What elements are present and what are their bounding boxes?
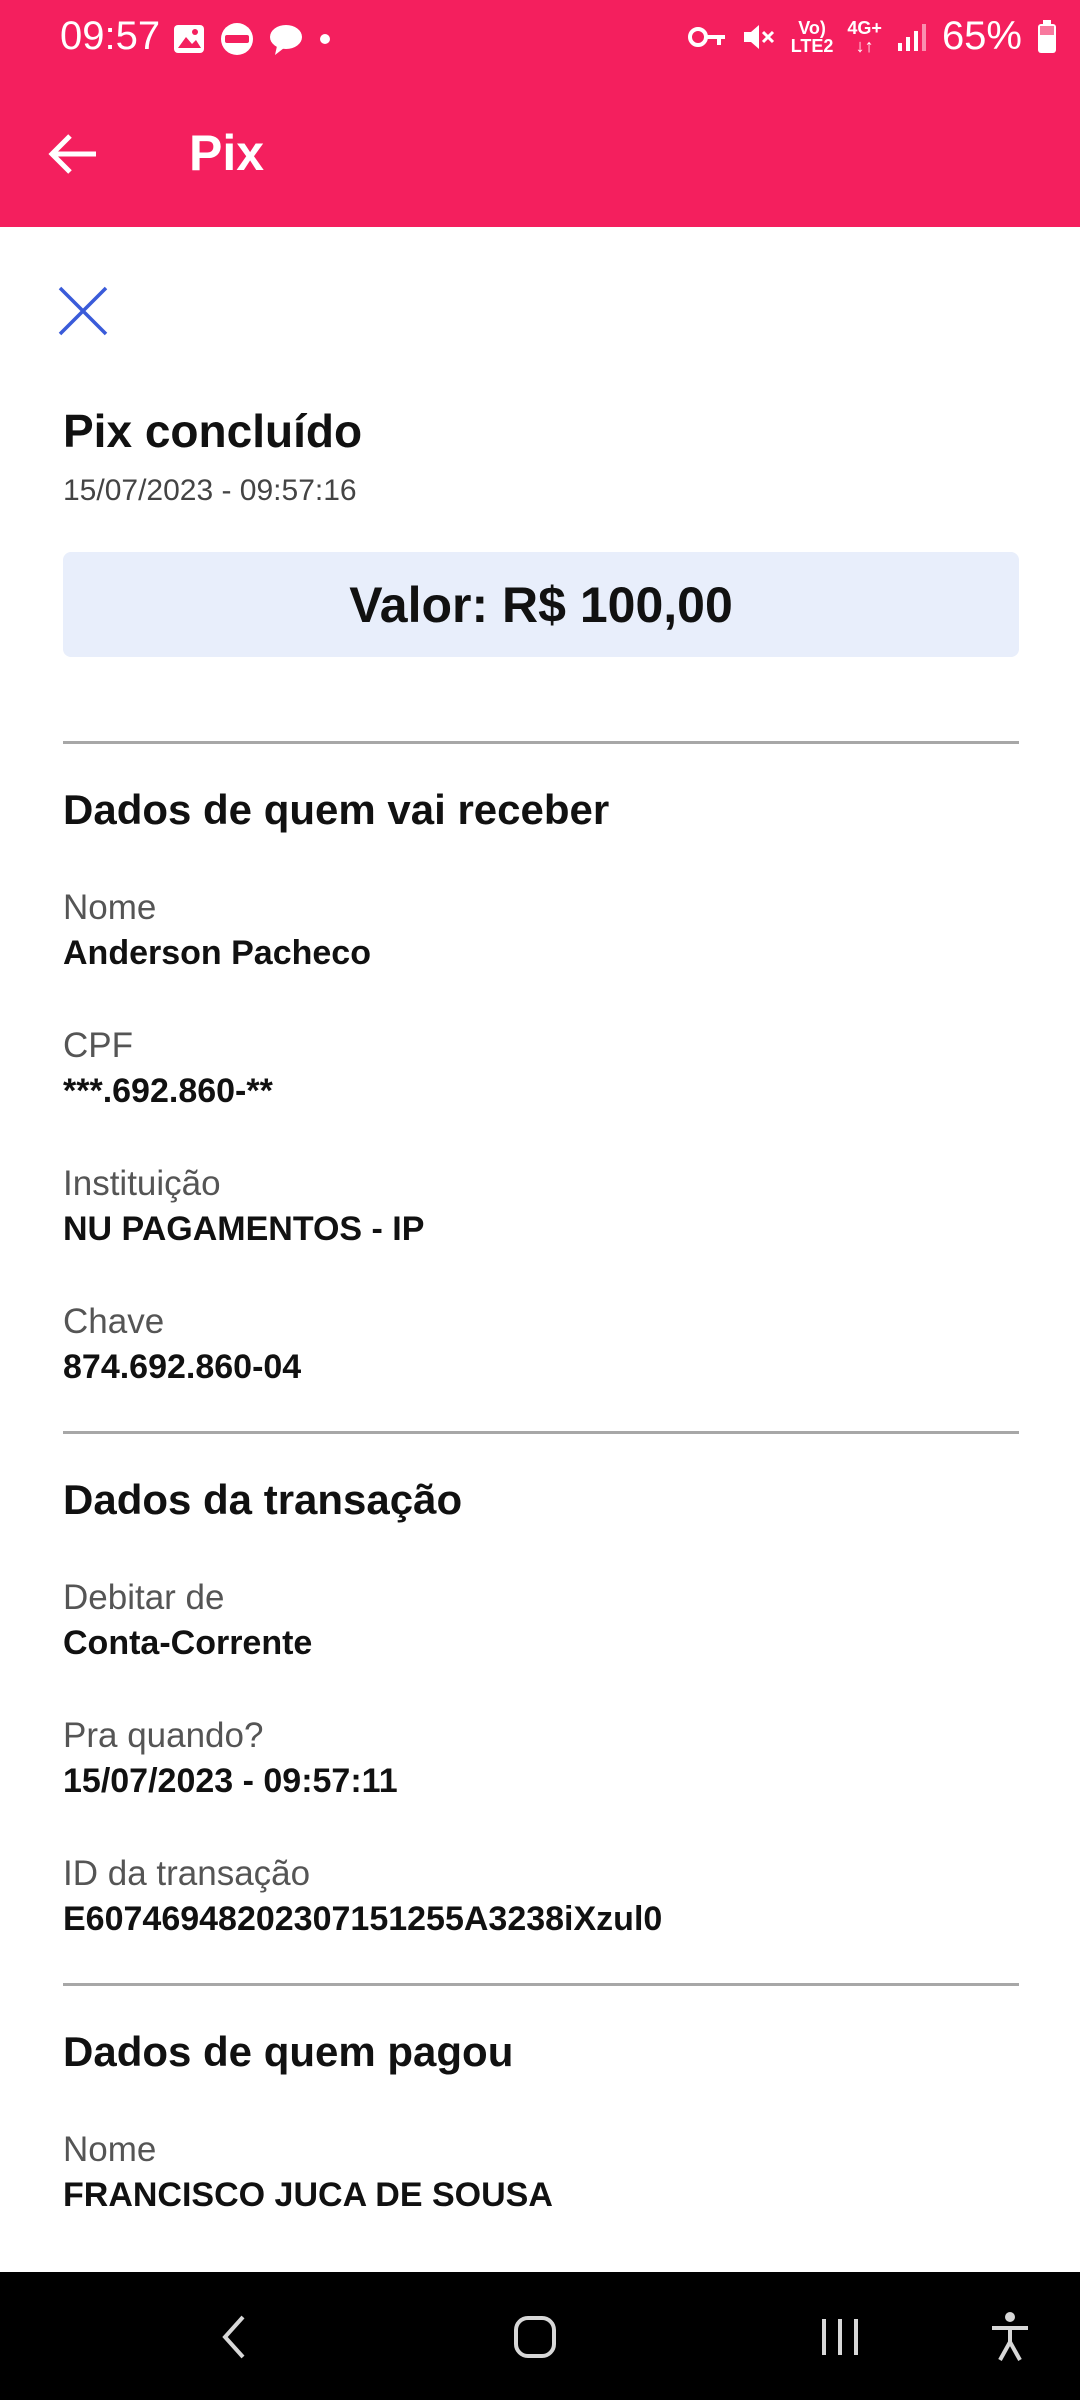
receiver-name-value: Anderson Pacheco [63,934,371,972]
data-indicator: 4G+ ↓↑ [847,17,882,56]
payer-heading: Dados de quem pagou [63,2028,514,2075]
accessibility-button[interactable] [970,2302,1050,2372]
receiver-name-label: Nome [63,888,157,927]
receiver-heading: Dados de quem vai receber [63,786,610,833]
status-right-group: Vo) LTE2 4G+ ↓↑ 65% [687,14,1058,59]
nav-home-button[interactable] [495,2302,575,2372]
transaction-debit-value: Conta-Corrente [63,1624,313,1662]
gallery-icon [174,25,204,53]
divider [63,1983,1019,1986]
app-bar-title: Pix [189,125,265,181]
nav-back-button[interactable] [195,2302,275,2372]
page-title: Pix concluído [63,405,363,457]
amount-value: Valor: R$ 100,00 [349,576,733,633]
accessibility-icon [992,2312,1028,2361]
receiver-cpf-value: ***.692.860-** [63,1072,273,1110]
transaction-heading: Dados da transação [63,1476,463,1523]
chat-icon [270,25,302,55]
nav-recents-button[interactable] [800,2302,880,2372]
nav-home-icon [514,2316,556,2358]
receiver-key-label: Chave [63,1302,165,1341]
status-bar: 09:57 Vo) LTE2 4G+ ↓↑ 65% [0,0,1080,78]
nav-recents-icon [822,2319,858,2355]
divider [63,741,1019,744]
transaction-id-value: E60746948202307151255A3238iXzul0 [63,1900,663,1938]
app-bar: Pix [0,78,1080,227]
receiver-key-value: 874.692.860-04 [63,1348,302,1386]
signal-icon [897,23,926,51]
back-arrow-icon[interactable] [44,124,104,184]
transaction-debit-label: Debitar de [63,1578,225,1617]
mute-icon [743,24,774,49]
close-icon[interactable] [56,284,110,338]
payer-name-label: Nome [63,2130,157,2169]
office-365-icon [221,23,253,55]
receiver-cpf-label: CPF [63,1026,133,1065]
system-nav-bar [0,2272,1080,2400]
receiver-institution-label: Instituição [63,1164,221,1203]
vpn-key-icon [687,26,725,47]
nav-back-icon [222,2315,245,2359]
divider [63,1431,1019,1434]
amount-box: Valor: R$ 100,00 [63,552,1019,657]
notification-icons [172,22,334,56]
dot-icon [320,34,330,44]
battery-icon [1038,19,1056,53]
volte-indicator: Vo) LTE2 [790,17,834,56]
status-time: 09:57 [60,14,161,58]
transaction-id-label: ID da transação [63,1854,311,1893]
transaction-when-value: 15/07/2023 - 09:57:11 [63,1762,398,1800]
battery-percent: 65% [941,14,1022,58]
receipt-datetime: 15/07/2023 - 09:57:16 [63,474,357,507]
transaction-when-label: Pra quando? [63,1716,264,1755]
receiver-institution-value: NU PAGAMENTOS - IP [63,1210,425,1248]
payer-name-value: FRANCISCO JUCA DE SOUSA [63,2176,553,2214]
